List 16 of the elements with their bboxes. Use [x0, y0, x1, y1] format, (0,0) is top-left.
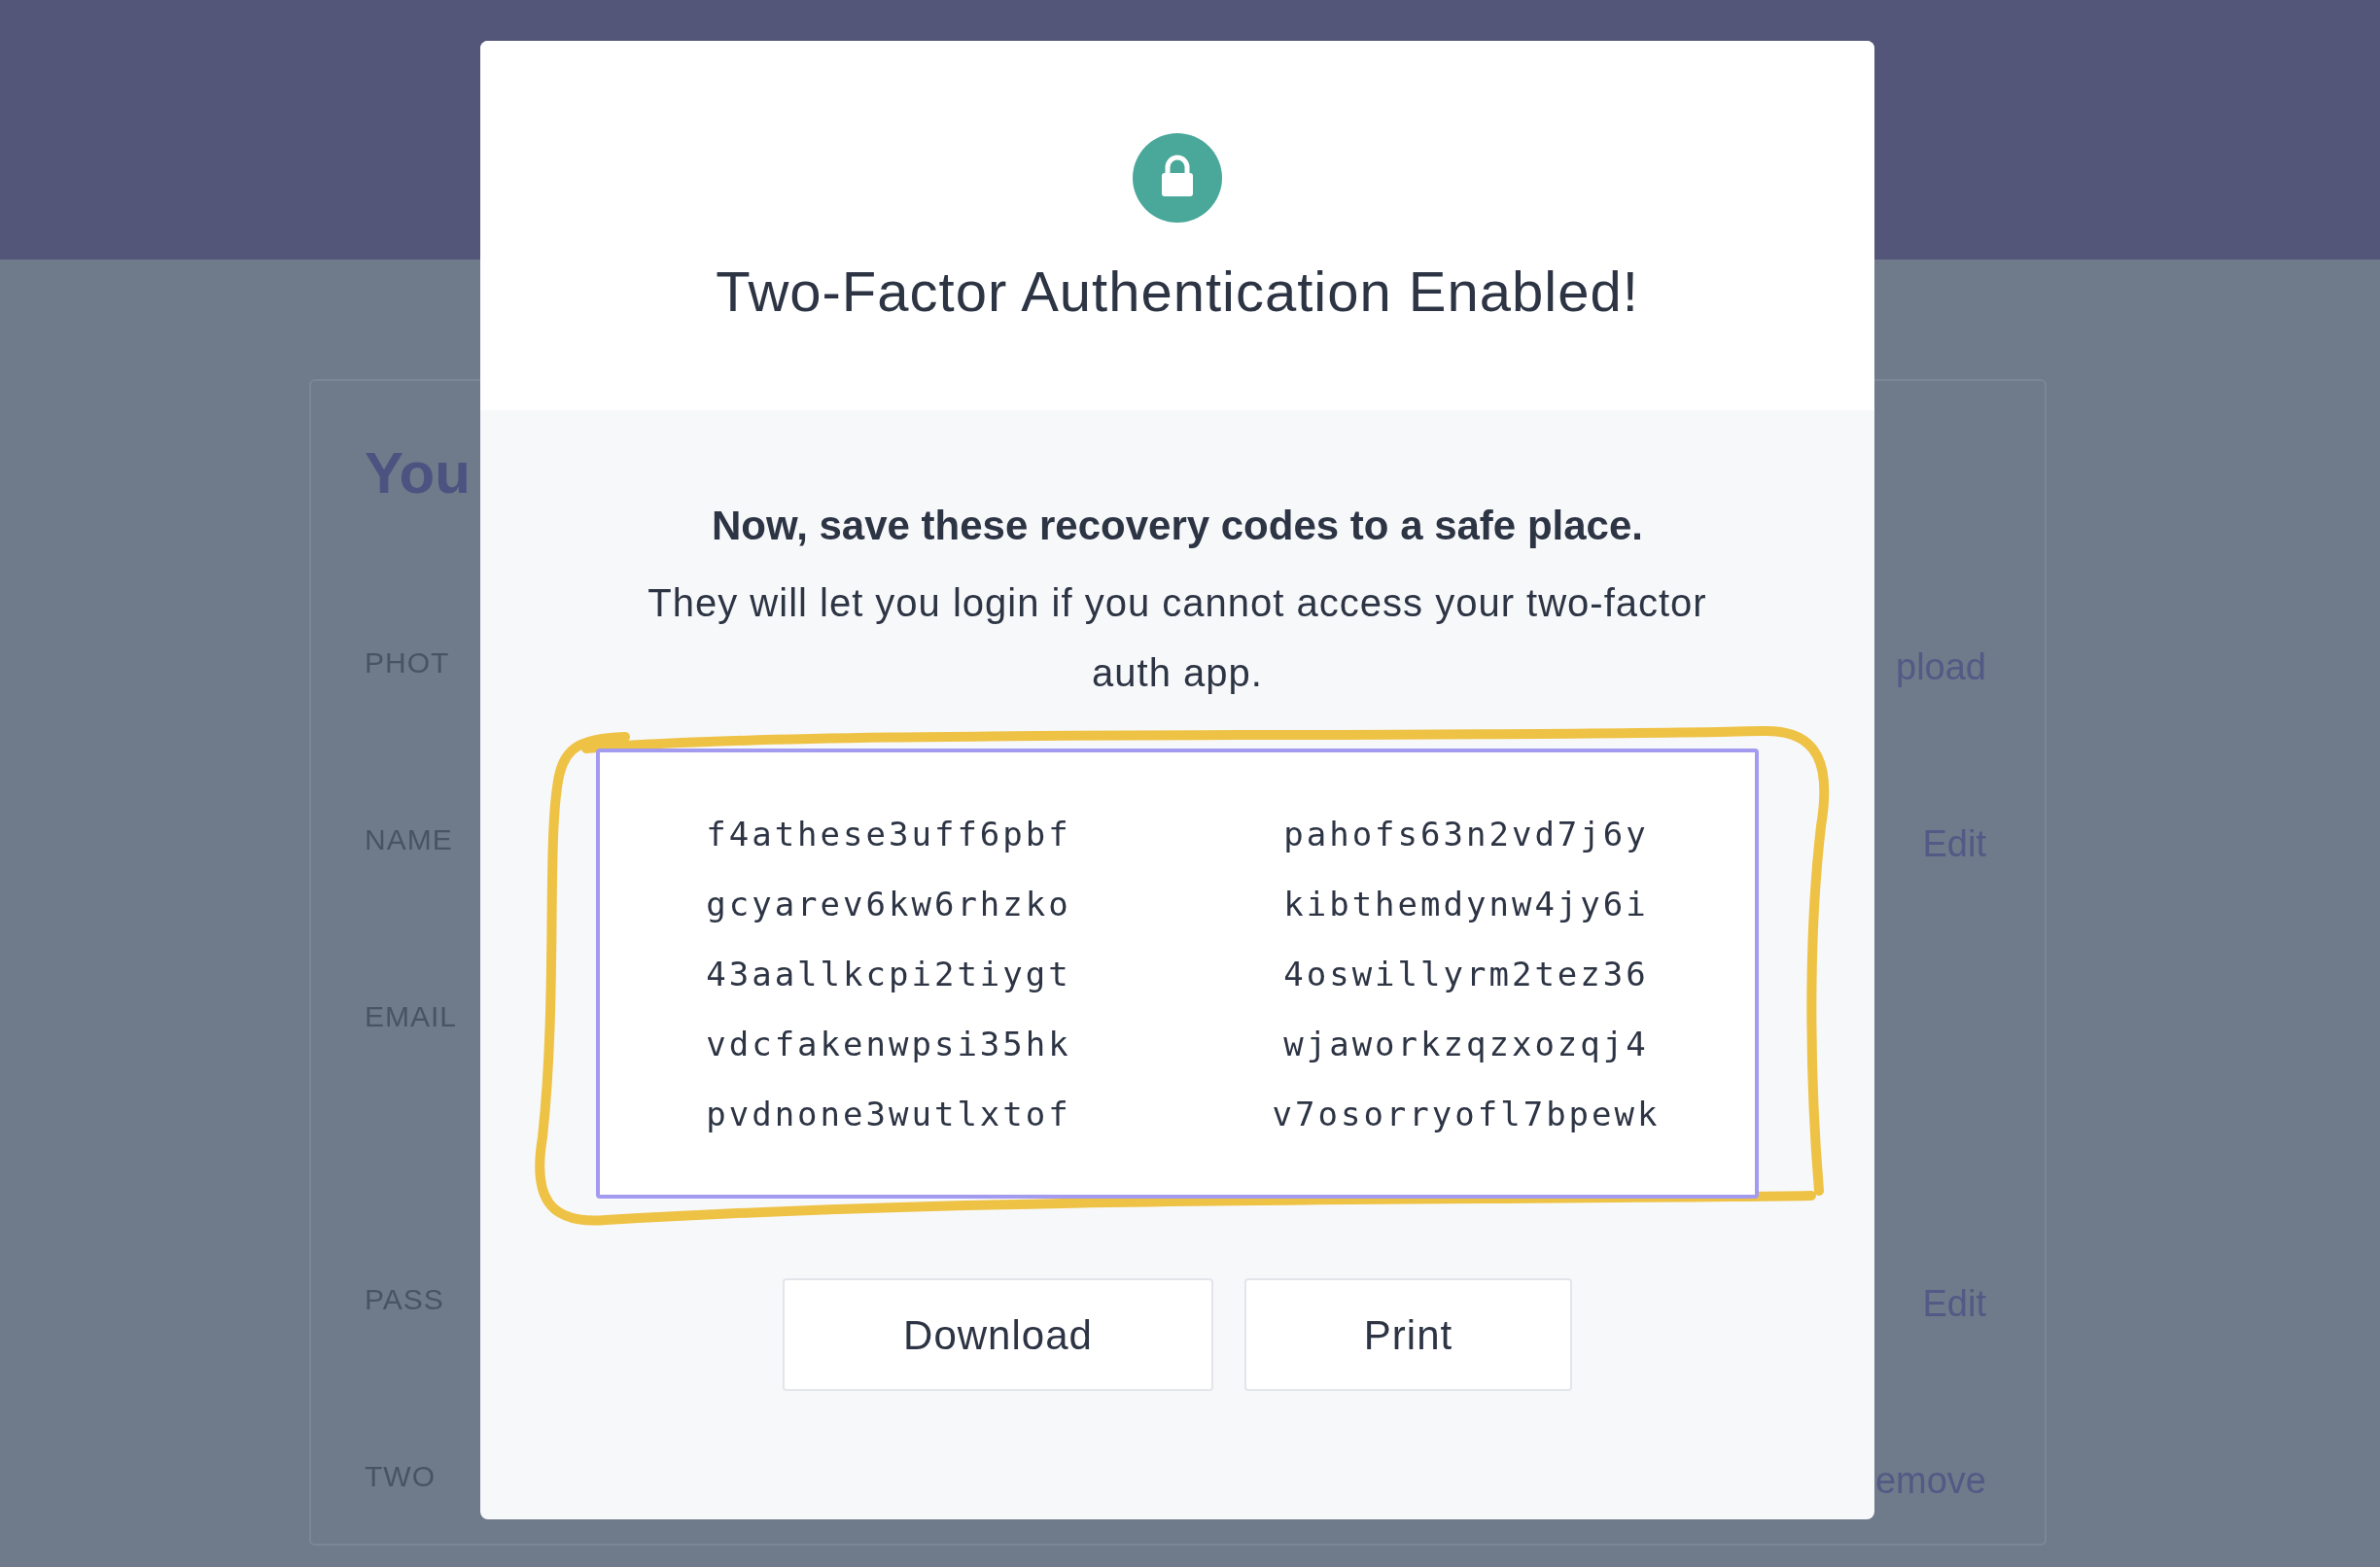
recovery-code: kibthemdynw4jy6i: [1283, 884, 1649, 923]
recovery-code: vdcfakenwpsi35hk: [706, 1024, 1071, 1063]
dialog-title: Two-Factor Authentication Enabled!: [716, 263, 1639, 320]
instruction-text: They will let you login if you cannot access your two-factor auth app.: [647, 580, 1708, 696]
lock-icon: [1133, 133, 1222, 223]
recovery-code: wjaworkzqzxozqj4: [1283, 1024, 1649, 1063]
recovery-code: 43aallkcpi2tiygt: [706, 954, 1071, 993]
recovery-code: f4athese3uff6pbf: [706, 814, 1071, 853]
recovery-code: 4oswillyrm2tez36: [1283, 954, 1649, 993]
print-button[interactable]: Print: [1244, 1278, 1572, 1391]
download-button[interactable]: Download: [783, 1278, 1213, 1391]
recovery-code: gcyarev6kw6rhzko: [706, 884, 1071, 923]
recovery-code: v7osorryofl7bpewk: [1272, 1094, 1661, 1133]
instruction-heading: Now, save these recovery codes to a safe place.: [712, 505, 1643, 546]
recovery-code: pahofs63n2vd7j6y: [1283, 814, 1649, 853]
recovery-code: pvdnone3wutlxtof: [706, 1094, 1071, 1133]
